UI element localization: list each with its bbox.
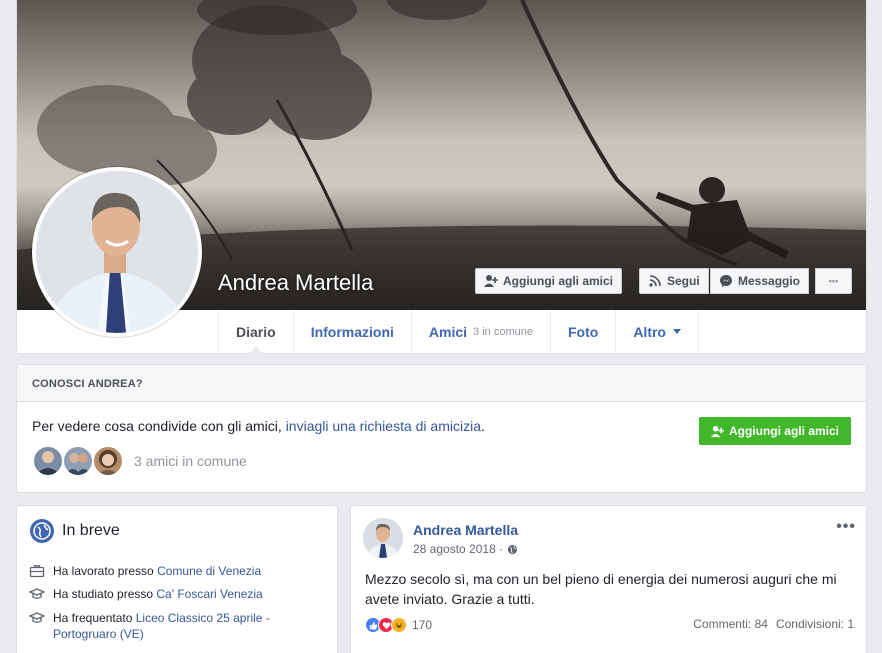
person-portrait-art — [36, 171, 198, 333]
tab-amici[interactable]: Amici 3 in comune — [412, 310, 551, 353]
comments-count[interactable]: Commenti: 84 — [693, 617, 768, 631]
mutual-count: 3 in comune — [473, 325, 533, 338]
intro-study-row: Ha studiato presso Ca' Foscari Venezia — [29, 586, 329, 602]
tab-label: Altro — [633, 323, 666, 340]
tab-label: Diario — [236, 323, 276, 340]
person-avatar-art — [64, 453, 92, 475]
tab-foto[interactable]: Foto — [551, 310, 617, 353]
tab-informazioni[interactable]: Informazioni — [294, 310, 412, 353]
more-options-button[interactable]: ••• — [815, 268, 852, 294]
globe-icon — [507, 544, 518, 554]
add-friend-button-secondary[interactable]: Aggiungi agli amici — [699, 417, 851, 445]
tab-altro[interactable]: Altro — [616, 310, 699, 353]
know-text-before: Per vedere cosa condivide con gli amici, — [32, 418, 286, 434]
post-stats: Commenti: 84 Condivisioni: 1 — [693, 617, 854, 631]
mutual-friends-text[interactable]: 3 amici in comune — [134, 453, 247, 469]
add-friend-label: Aggiungi agli amici — [728, 424, 839, 438]
message-button[interactable]: Messaggio — [710, 268, 810, 294]
messenger-icon — [720, 275, 732, 287]
add-friend-button[interactable]: Aggiungi agli amici — [475, 268, 623, 294]
follow-label: Segui — [667, 274, 700, 288]
post-author-avatar[interactable] — [363, 518, 403, 558]
intro-title: In breve — [62, 522, 120, 539]
intro-school-row: Ha frequentato Liceo Classico 25 aprile … — [29, 610, 329, 642]
graduation-cap-icon — [29, 588, 45, 599]
workplace-link[interactable]: Comune di Venezia — [157, 564, 261, 578]
tab-label: Informazioni — [310, 323, 394, 340]
post-meta: 28 agosto 2018 · — [413, 542, 518, 556]
person-avatar-art — [36, 451, 60, 475]
globe-icon — [30, 519, 54, 543]
know-text-after: . — [481, 418, 485, 434]
briefcase-icon — [29, 565, 45, 578]
mutual-friend-avatar[interactable] — [32, 445, 64, 477]
post-date[interactable]: 28 agosto 2018 · — [413, 542, 503, 556]
tab-label: Foto — [567, 323, 599, 340]
post-author-name[interactable]: Andrea Martella — [413, 522, 518, 538]
profile-header: Andrea Martella Aggiungi agli amici Segu… — [16, 0, 867, 354]
post-text: Mezzo secolo sì, ma con un bel pieno di … — [365, 571, 837, 607]
tab-diario[interactable]: Diario — [219, 310, 294, 354]
intro-work-row: Ha lavorato presso Comune di Venezia — [29, 563, 329, 579]
send-request-link[interactable]: inviagli una richiesta di amicizia — [286, 418, 481, 434]
profile-picture[interactable] — [32, 167, 202, 337]
intro-row-prefix: Ha frequentato — [53, 611, 136, 625]
mutual-friend-avatar[interactable] — [92, 445, 124, 477]
rss-icon — [649, 275, 661, 287]
profile-picture-image — [36, 171, 198, 333]
intro-row-text: Ha frequentato Liceo Classico 25 aprile … — [53, 610, 329, 642]
add-friend-icon — [484, 275, 498, 287]
person-avatar-art — [97, 450, 119, 475]
intro-card: In breve Ha lavorato presso Comune di Ve… — [16, 505, 338, 653]
reaction-count: 170 — [412, 618, 433, 632]
intro-row-text: Ha studiato presso Ca' Foscari Venezia — [53, 586, 263, 602]
reactions-summary[interactable]: 170 — [365, 617, 432, 633]
mutual-friend-avatar[interactable] — [62, 445, 94, 477]
person-avatar-art — [363, 518, 403, 558]
know-text: Per vedere cosa condivide con gli amici,… — [32, 418, 485, 434]
intro-row-text: Ha lavorato presso Comune di Venezia — [53, 563, 261, 579]
message-label: Messaggio — [738, 274, 801, 288]
intro-row-prefix: Ha studiato presso — [53, 587, 157, 601]
haha-reaction-icon — [391, 617, 407, 633]
mutual-friends[interactable]: 3 amici in comune — [32, 445, 247, 477]
caret-down-icon — [672, 329, 681, 334]
add-friend-label: Aggiungi agli amici — [503, 274, 614, 288]
graduation-cap-icon — [29, 612, 45, 623]
know-person-card: CONOSCI ANDREA? Per vedere cosa condivid… — [16, 364, 867, 493]
intro-row-prefix: Ha lavorato presso — [53, 564, 158, 578]
shares-count[interactable]: Condivisioni: 1 — [776, 617, 854, 631]
card-header: CONOSCI ANDREA? — [17, 365, 866, 402]
university-link[interactable]: Ca' Foscari Venezia — [156, 587, 262, 601]
tab-label: Amici — [428, 323, 468, 340]
add-friend-icon — [710, 425, 724, 437]
profile-tabs: Diario Informazioni Amici 3 in comune Fot… — [218, 310, 699, 354]
profile-name[interactable]: Andrea Martella — [218, 270, 373, 296]
timeline-post: Andrea Martella 28 agosto 2018 · ••• Mez… — [350, 505, 867, 653]
follow-button[interactable]: Segui — [639, 268, 709, 294]
post-options-button[interactable]: ••• — [836, 518, 856, 536]
